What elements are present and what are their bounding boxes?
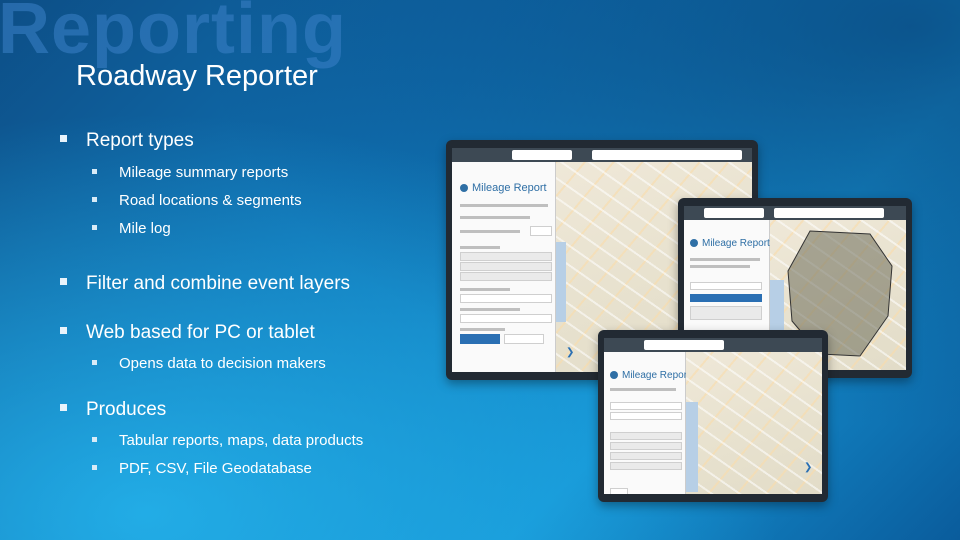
display-button[interactable]: [460, 334, 500, 344]
square-bullet-icon: [92, 464, 97, 470]
list-row[interactable]: [610, 452, 682, 460]
bullet-report-types: Report types: [60, 130, 194, 152]
app-logo: Mileage Report: [690, 238, 770, 249]
map-pin-icon: [610, 371, 618, 380]
url-bar: [704, 208, 764, 218]
square-bullet-icon: [60, 278, 67, 286]
square-bullet-icon: [60, 327, 67, 335]
square-bullet-icon: [92, 224, 97, 230]
list-row[interactable]: [610, 462, 682, 470]
sub-bullet: Opens data to decision makers: [92, 355, 326, 372]
tablet-front: Mileage Report ❯: [598, 330, 828, 502]
sub-bullet: PDF, CSV, File Geodatabase: [92, 460, 312, 477]
chevron-down-icon[interactable]: ❯: [566, 347, 574, 358]
list-row[interactable]: [610, 412, 682, 420]
dropdown[interactable]: [690, 282, 762, 290]
bullet-filter: Filter and combine event layers: [60, 273, 350, 295]
action-button[interactable]: [690, 294, 762, 302]
option-row[interactable]: [460, 252, 552, 261]
water-area: [686, 402, 698, 492]
export-button[interactable]: [504, 334, 544, 344]
option-row[interactable]: [460, 262, 552, 271]
square-bullet-icon: [92, 196, 97, 202]
panel-label: [460, 246, 500, 249]
tablet-screen: Mileage Report ❯: [604, 338, 822, 494]
panel-text: [690, 258, 760, 261]
sub-bullet: Tabular reports, maps, data products: [92, 432, 363, 449]
panel-text: [460, 230, 520, 233]
tool-row[interactable]: [690, 306, 762, 320]
panel-label: [460, 288, 510, 291]
url-bar: [644, 340, 724, 350]
option-row[interactable]: [460, 272, 552, 281]
sub-bullet: Mileage summary reports: [92, 164, 288, 181]
url-bar: [512, 150, 572, 160]
map-view[interactable]: ❯: [686, 352, 822, 494]
square-bullet-icon: [92, 359, 97, 365]
square-bullet-icon: [60, 404, 67, 412]
list-row[interactable]: [610, 442, 682, 450]
bullet-produces: Produces: [60, 399, 166, 421]
panel-text: [460, 204, 548, 207]
square-bullet-icon: [60, 135, 67, 143]
report-panel: Mileage Report: [452, 162, 556, 372]
search-bar: [774, 208, 884, 218]
chevron-down-icon[interactable]: ❯: [804, 462, 812, 473]
panel-label: [460, 328, 505, 331]
sub-bullet: Mile log: [92, 220, 171, 237]
panel-text: [460, 216, 530, 219]
app-logo: Mileage Report: [610, 370, 690, 381]
report-panel: Mileage Report: [604, 352, 690, 494]
app-logo: Mileage Report: [460, 182, 547, 194]
slide-title: Roadway Reporter: [76, 60, 318, 92]
small-button[interactable]: [610, 488, 628, 494]
bullet-web: Web based for PC or tablet: [60, 322, 315, 344]
toggle[interactable]: [530, 226, 552, 236]
search-bar: [592, 150, 742, 160]
panel-text: [610, 388, 676, 391]
square-bullet-icon: [92, 168, 97, 174]
panel-label: [460, 308, 520, 311]
map-pin-icon: [460, 184, 468, 193]
dropdown[interactable]: [460, 314, 552, 323]
dropdown[interactable]: [460, 294, 552, 303]
panel-text: [690, 265, 750, 268]
list-row[interactable]: [610, 432, 682, 440]
sub-bullet: Road locations & segments: [92, 192, 302, 209]
water-area: [556, 242, 566, 322]
map-pin-icon: [690, 239, 698, 248]
list-row[interactable]: [610, 402, 682, 410]
square-bullet-icon: [92, 436, 97, 442]
